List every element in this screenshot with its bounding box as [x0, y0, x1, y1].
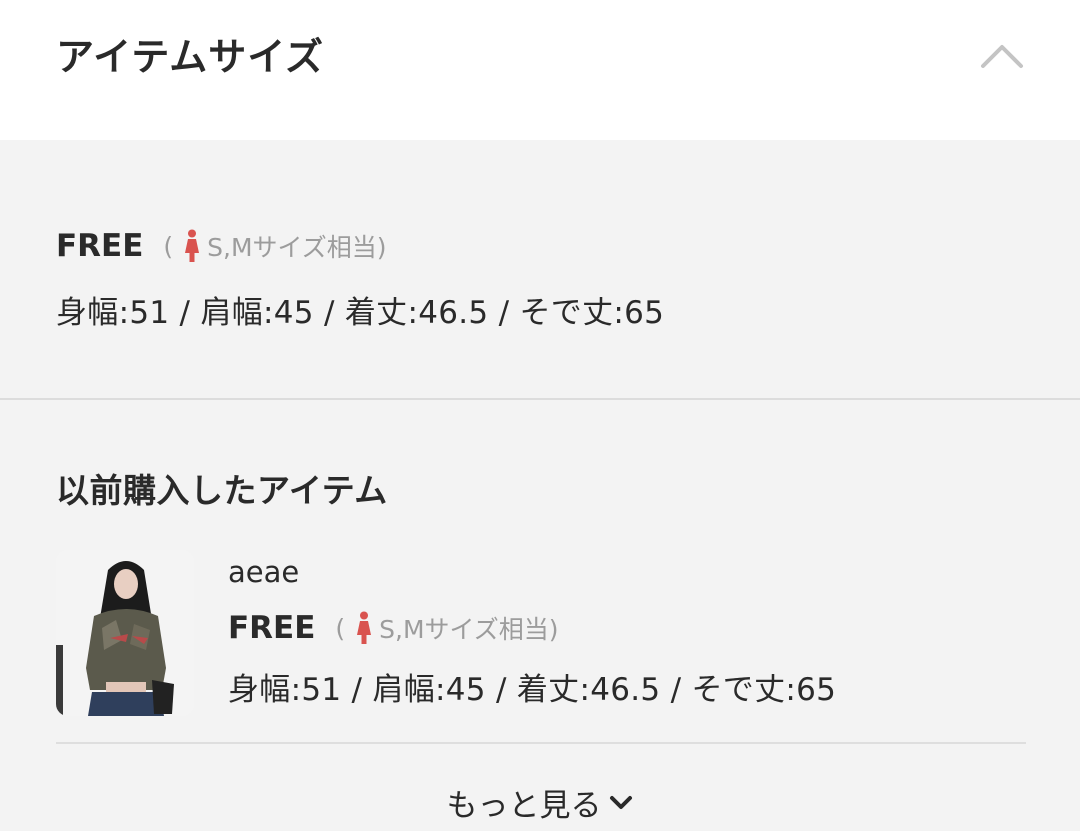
section-title: アイテムサイズ [56, 35, 325, 79]
item-note-open-paren: ( [335, 613, 346, 643]
item-measurements: 身幅:51 / 肩幅:45 / 着丈:46.5 / そで丈:65 [228, 672, 837, 708]
size-measurements: 身幅:51 / 肩幅:45 / 着丈:46.5 / そで丈:65 [56, 295, 665, 331]
chevron-down-icon [609, 795, 632, 809]
item-note-text: S,Mサイズ相当) [379, 615, 559, 644]
size-name: FREE [56, 228, 144, 264]
item-size-header[interactable]: アイテムサイズ [0, 0, 1080, 140]
item-size-equivalent-note: ( S,Mサイズ相当) [335, 610, 559, 646]
item-divider [56, 742, 1026, 744]
size-label-row: FREE ( S,Mサイズ相当) [56, 228, 387, 264]
item-size-label-row: FREE ( S,Mサイズ相当) [228, 610, 559, 646]
woman-icon [185, 229, 200, 262]
size-section: FREE ( S,Mサイズ相当) 身幅:51 / 肩幅:45 / 着丈:46.5… [0, 140, 1080, 398]
item-thumbnail[interactable] [56, 550, 194, 716]
section-divider [0, 398, 1080, 400]
size-equivalent-note: ( S,Mサイズ相当) [163, 228, 387, 264]
woman-icon [357, 611, 372, 644]
item-name[interactable]: aeae [228, 555, 299, 589]
show-more-label: もっと見る [446, 788, 602, 824]
previous-items-title: 以前購入したアイテム [56, 471, 388, 510]
chevron-up-icon[interactable] [978, 38, 1026, 72]
show-more-button[interactable]: もっと見る [0, 780, 1080, 825]
note-text: S,Mサイズ相当) [207, 233, 387, 262]
item-size-name: FREE [228, 610, 316, 646]
note-open-paren: ( [163, 231, 174, 261]
